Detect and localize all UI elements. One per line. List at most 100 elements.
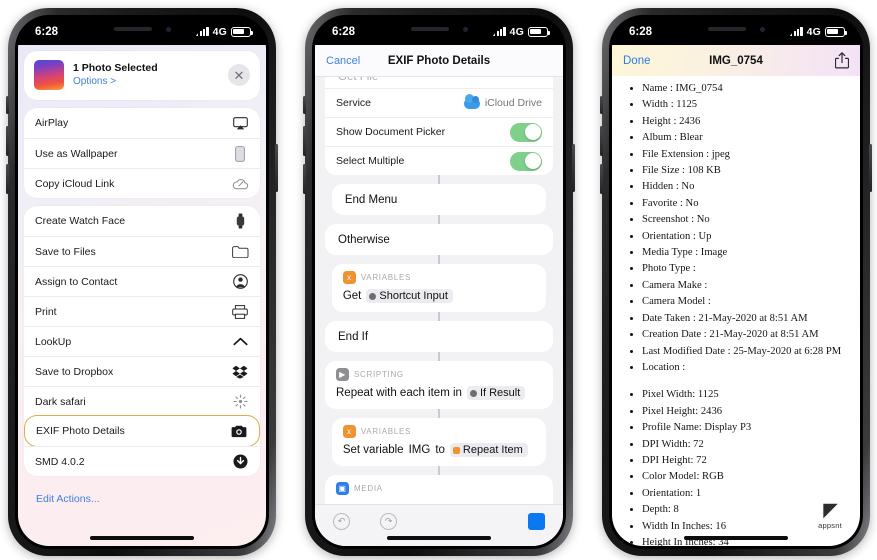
wallpaper-icon xyxy=(231,145,249,163)
action-prefix: Repeat with each item in xyxy=(336,387,462,399)
notch xyxy=(678,18,794,40)
earpiece-speaker xyxy=(707,27,746,31)
action-card-set-variable[interactable]: x VARIABLES Set variable IMG to Repeat I… xyxy=(331,418,547,466)
photo-thumbnail[interactable] xyxy=(34,60,64,90)
network-label: 4G xyxy=(806,25,821,38)
variable-name[interactable]: IMG xyxy=(409,444,431,456)
earpiece-speaker xyxy=(113,27,152,31)
action-row-save-to-files[interactable]: Save to Files xyxy=(24,236,260,266)
token-if-result[interactable]: If Result xyxy=(466,386,526,400)
action-row-print[interactable]: Print xyxy=(24,296,260,326)
status-time: 6:28 xyxy=(35,25,59,38)
run-button[interactable] xyxy=(528,513,545,530)
phone-1-body: 1 Photo Selected Options > ✕ AirPlay Use… xyxy=(18,45,266,546)
param-value[interactable]: iCloud Drive xyxy=(463,93,542,109)
action-row-exif-photo-details[interactable]: EXIF Photo Details xyxy=(24,415,260,447)
action-card-get-variable[interactable]: x VARIABLES Get Shortcut Input xyxy=(331,264,547,312)
toggle-show-document-picker[interactable] xyxy=(510,122,542,142)
power-button[interactable] xyxy=(572,144,575,192)
status-time: 6:28 xyxy=(629,25,653,38)
action-card-repeat-with-each[interactable]: ▶ SCRIPTING Repeat with each item in If … xyxy=(325,361,553,409)
token-dot-icon xyxy=(469,389,477,397)
action-row-save-to-dropbox[interactable]: Save to Dropbox xyxy=(24,356,260,386)
action-prefix: Set variable xyxy=(342,444,404,456)
undo-button[interactable]: ↶ xyxy=(333,513,350,530)
toggle-select-multiple[interactable] xyxy=(510,151,542,171)
action-row-assign-to-contact[interactable]: Assign to Contact xyxy=(24,266,260,296)
edit-actions-link[interactable]: Edit Actions... xyxy=(24,484,260,505)
action-label: Use as Wallpaper xyxy=(35,147,118,160)
action-label: Save to Dropbox xyxy=(35,365,114,378)
share-actions-group-2: Create Watch Face Save to Files Assign t… xyxy=(24,206,260,476)
exif-content[interactable]: Name : IMG_0754 Width : 1125 Height : 24… xyxy=(612,76,860,546)
home-indicator[interactable] xyxy=(684,535,788,540)
action-row-create-watch-face[interactable]: Create Watch Face xyxy=(24,206,260,236)
volume-up-button[interactable] xyxy=(600,126,603,156)
power-button[interactable] xyxy=(869,144,872,192)
phone-3-body: Done IMG_0754 Name : IMG_0754 Width : 11… xyxy=(612,45,860,546)
action-card-otherwise[interactable]: Otherwise xyxy=(325,224,553,255)
share-icon[interactable] xyxy=(835,52,849,69)
volume-down-button[interactable] xyxy=(600,164,603,194)
param-label: Show Document Picker xyxy=(336,126,446,138)
action-category: ▣ MEDIA xyxy=(336,482,542,495)
printer-icon xyxy=(231,303,249,321)
redo-button[interactable]: ↷ xyxy=(380,513,397,530)
action-row-lookup[interactable]: LookUp xyxy=(24,326,260,356)
editor-nav-bar: Cancel EXIF Photo Details xyxy=(315,45,563,77)
action-body: Repeat with each item in If Result xyxy=(336,386,542,400)
cancel-button[interactable]: Cancel xyxy=(326,55,360,67)
list-item: Profile Name: Display P3 xyxy=(642,420,854,436)
action-block: ▶ SCRIPTING Repeat with each item in If … xyxy=(325,361,553,409)
action-label: Save to Files xyxy=(35,245,96,258)
param-value[interactable] xyxy=(510,151,542,171)
mute-switch[interactable] xyxy=(303,96,306,114)
action-label: Copy iCloud Link xyxy=(35,177,115,190)
param-service[interactable]: Service iCloud Drive xyxy=(325,88,553,117)
volume-down-button[interactable] xyxy=(6,164,9,194)
volume-up-button[interactable] xyxy=(6,126,9,156)
action-block: x VARIABLES Get Shortcut Input xyxy=(332,264,546,312)
token-dot-icon xyxy=(369,292,377,300)
exif-section-basic: Name : IMG_0754 Width : 1125 Height : 24… xyxy=(618,81,854,376)
token-label: Shortcut Input xyxy=(379,290,448,302)
action-block: x VARIABLES Set variable IMG to Repeat I… xyxy=(332,418,546,466)
volume-up-button[interactable] xyxy=(303,126,306,156)
action-row-wallpaper[interactable]: Use as Wallpaper xyxy=(24,138,260,168)
action-card-get-file[interactable]: Get File Service iCloud Drive Show Docum… xyxy=(325,77,553,175)
action-row-airplay[interactable]: AirPlay xyxy=(24,108,260,138)
download-circle-icon xyxy=(231,453,249,471)
param-value[interactable] xyxy=(510,122,542,142)
token-shortcut-input[interactable]: Shortcut Input xyxy=(366,289,453,303)
home-indicator[interactable] xyxy=(90,535,194,540)
action-card-end-if[interactable]: End If xyxy=(325,321,553,352)
token-repeat-item[interactable]: Repeat Item xyxy=(449,443,528,457)
power-button[interactable] xyxy=(275,144,278,192)
action-card-end-menu[interactable]: End Menu xyxy=(331,184,547,215)
editor-action-list[interactable]: Get File Service iCloud Drive Show Docum… xyxy=(315,77,563,546)
list-item: Width : 1125 xyxy=(642,97,854,113)
icloud-link-icon xyxy=(231,175,249,193)
mute-switch[interactable] xyxy=(6,96,9,114)
volume-down-button[interactable] xyxy=(303,164,306,194)
param-select-multiple[interactable]: Select Multiple xyxy=(325,146,553,175)
action-label: AirPlay xyxy=(35,117,69,129)
done-button[interactable]: Done xyxy=(623,55,651,67)
action-connector xyxy=(438,255,440,264)
param-show-document-picker[interactable]: Show Document Picker xyxy=(325,117,553,146)
action-row-copy-icloud-link[interactable]: Copy iCloud Link xyxy=(24,168,260,198)
action-row-dark-safari[interactable]: Dark safari xyxy=(24,386,260,416)
chevron-up-icon[interactable] xyxy=(231,333,249,351)
action-title-get-file: Get File xyxy=(338,77,379,83)
list-item: Hidden : No xyxy=(642,179,854,195)
action-connector xyxy=(438,466,440,475)
watermark-text: appsnt xyxy=(818,521,842,530)
list-item: Name : IMG_0754 xyxy=(642,81,854,97)
options-link[interactable]: Options > xyxy=(73,76,219,89)
close-icon[interactable]: ✕ xyxy=(228,64,250,86)
action-row-smd[interactable]: SMD 4.0.2 xyxy=(24,446,260,476)
home-indicator[interactable] xyxy=(387,535,491,540)
action-connector xyxy=(438,409,440,418)
mute-switch[interactable] xyxy=(600,96,603,114)
list-item: Camera Model : xyxy=(642,294,854,310)
